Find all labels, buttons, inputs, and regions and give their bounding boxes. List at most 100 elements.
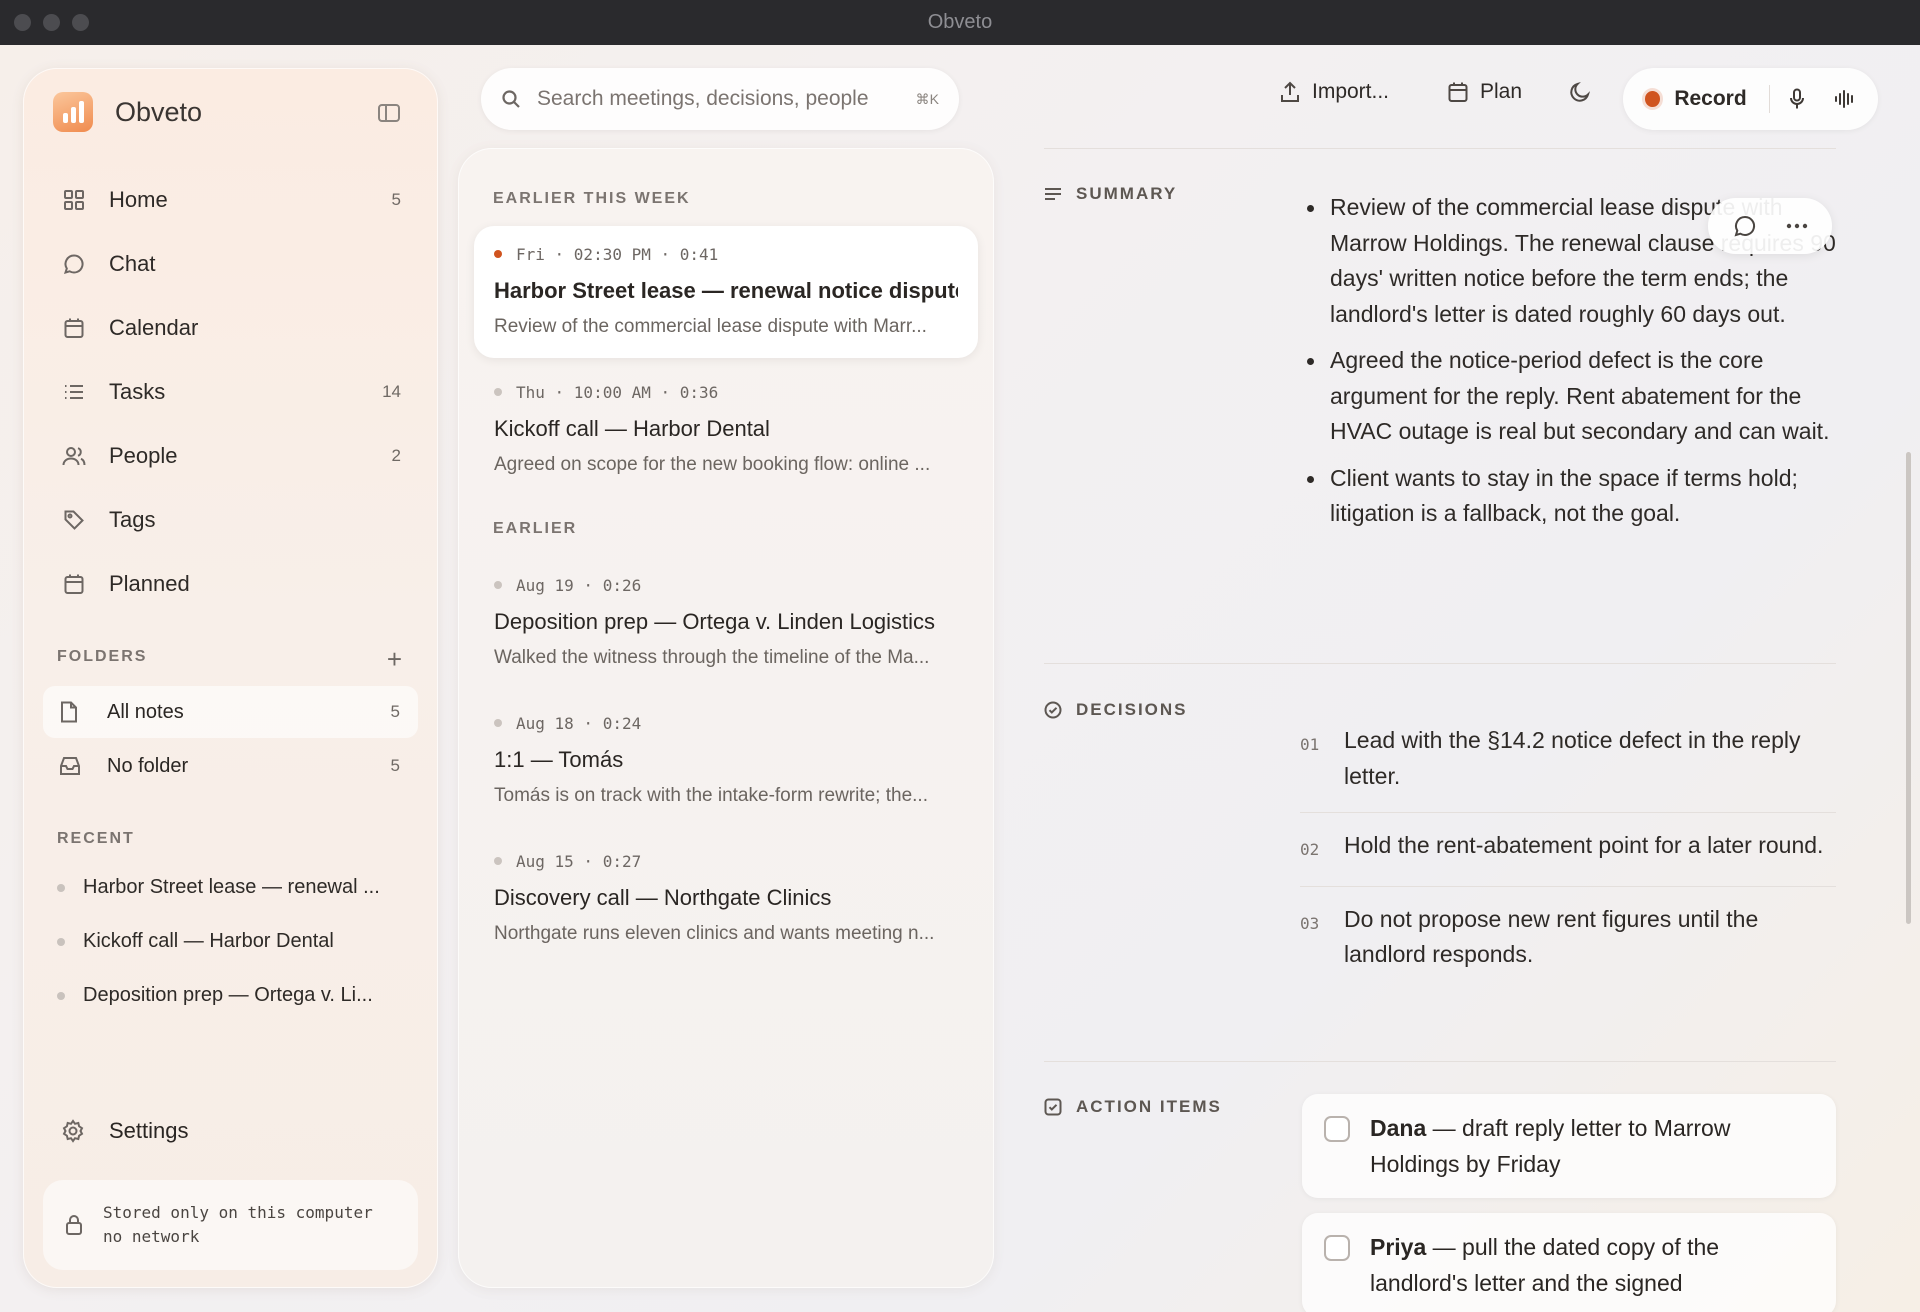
note-meta: Aug 18 · 0:24 bbox=[494, 713, 958, 733]
action-items-label: ACTION ITEMS bbox=[1076, 1097, 1222, 1116]
storage-text: Stored only on this computer no network bbox=[103, 1201, 373, 1249]
group-heading: EARLIER bbox=[493, 520, 578, 537]
plan-button[interactable]: Plan bbox=[1448, 80, 1522, 104]
plan-label: Plan bbox=[1480, 80, 1523, 103]
decision-text: Hold the rent-abatement point for a late… bbox=[1344, 832, 1824, 858]
divider bbox=[1044, 1061, 1836, 1062]
summary-bullet: Agreed the notice-period defect is the c… bbox=[1302, 343, 1836, 450]
app-window: Obveto Obveto Home 5 Chat Calendar Tasks… bbox=[0, 0, 1920, 1312]
minimize-window-button[interactable] bbox=[43, 14, 60, 31]
sidebar-item-chat[interactable]: Chat bbox=[37, 232, 423, 296]
action-item: Priya — pull the dated copy of the landl… bbox=[1302, 1213, 1836, 1312]
folder-all-notes[interactable]: All notes 5 bbox=[43, 686, 418, 738]
settings-button[interactable]: Settings bbox=[61, 1118, 189, 1144]
sidebar: Obveto Home 5 Chat Calendar Tasks 14 Peo… bbox=[23, 68, 438, 1288]
add-folder-button[interactable]: + bbox=[387, 644, 402, 675]
note-list-item[interactable]: Thu · 10:00 AM · 0:36 Kickoff call — Har… bbox=[474, 364, 978, 496]
summary-label: SUMMARY bbox=[1076, 184, 1178, 203]
note-list-item[interactable]: Fri · 02:30 PM · 0:41 Harbor Street leas… bbox=[474, 226, 978, 358]
decision-number: 03 bbox=[1300, 913, 1320, 933]
audio-wave-button[interactable] bbox=[1824, 77, 1866, 121]
note-title: Discovery call — Northgate Clinics bbox=[494, 885, 832, 910]
action-item: Dana — draft reply letter to Marrow Hold… bbox=[1302, 1094, 1836, 1198]
note-meta: Thu · 10:00 AM · 0:36 bbox=[494, 382, 958, 402]
list-icon bbox=[61, 379, 87, 405]
folder-no-folder[interactable]: No folder 5 bbox=[43, 740, 418, 792]
more-options-icon[interactable] bbox=[1786, 223, 1808, 229]
decisions-heading: DECISIONS bbox=[1044, 700, 1188, 720]
people-icon bbox=[61, 443, 87, 469]
recent-item-label: Harbor Street lease — renewal ... bbox=[83, 876, 380, 898]
lock-icon bbox=[65, 1214, 83, 1236]
note-snippet: Walked the witness through the timeline … bbox=[494, 647, 930, 668]
divider bbox=[1044, 148, 1836, 149]
sidebar-item-label: Planned bbox=[109, 571, 190, 596]
sidebar-item-planned[interactable]: Planned bbox=[37, 552, 423, 616]
sidebar-toggle-icon[interactable] bbox=[378, 104, 400, 122]
note-list-item[interactable]: Aug 19 · 0:26 Deposition prep — Ortega v… bbox=[474, 557, 978, 689]
checkbox-icon bbox=[1044, 1098, 1062, 1116]
window-title: Obveto bbox=[927, 11, 993, 33]
summary-heading: SUMMARY bbox=[1044, 184, 1177, 204]
calendar-icon bbox=[61, 571, 87, 597]
scrollbar[interactable] bbox=[1906, 452, 1911, 924]
inbox-icon bbox=[59, 756, 85, 776]
sidebar-item-label: Chat bbox=[109, 251, 156, 276]
sidebar-item-calendar[interactable]: Calendar bbox=[37, 296, 423, 360]
note-meta: Aug 15 · 0:27 bbox=[494, 851, 958, 871]
action-checkbox[interactable] bbox=[1324, 1235, 1350, 1261]
note-snippet: Northgate runs eleven clinics and wants … bbox=[494, 923, 935, 944]
status-dot bbox=[494, 581, 502, 589]
sidebar-item-count: 14 bbox=[382, 382, 401, 401]
calendar-icon bbox=[1448, 81, 1468, 103]
sidebar-item-home[interactable]: Home 5 bbox=[37, 168, 423, 232]
settings-label: Settings bbox=[109, 1118, 189, 1143]
import-button[interactable]: Import... bbox=[1280, 80, 1389, 104]
note-title: Deposition prep — Ortega v. Linden Logis… bbox=[494, 609, 936, 634]
folders-heading: FOLDERS bbox=[57, 648, 148, 665]
decision-item: 03 Do not propose new rent figures until… bbox=[1300, 887, 1836, 991]
tag-icon bbox=[61, 507, 87, 533]
storage-line-1: Stored only on this computer bbox=[103, 1203, 373, 1222]
window-controls bbox=[14, 14, 89, 31]
notes-list: EARLIER THIS WEEK Fri · 02:30 PM · 0:41 … bbox=[458, 148, 994, 1288]
record-indicator-icon bbox=[1645, 91, 1661, 107]
recent-item[interactable]: Harbor Street lease — renewal ... bbox=[57, 876, 407, 899]
note-list-item[interactable]: Aug 18 · 0:24 1:1 — Tomás Tomás is on tr… bbox=[474, 695, 978, 827]
action-text: Dana — draft reply letter to Marrow Hold… bbox=[1370, 1111, 1816, 1182]
status-dot bbox=[494, 250, 502, 258]
decision-text: Do not propose new rent figures until th… bbox=[1344, 905, 1759, 968]
microphone-icon bbox=[1789, 88, 1804, 109]
decision-item: 01 Lead with the §14.2 notice defect in … bbox=[1300, 708, 1836, 813]
sidebar-item-tags[interactable]: Tags bbox=[37, 488, 423, 552]
microphone-button[interactable] bbox=[1776, 77, 1818, 121]
sidebar-item-tasks[interactable]: Tasks 14 bbox=[37, 360, 423, 424]
group-heading: EARLIER THIS WEEK bbox=[493, 190, 691, 207]
note-snippet: Tomás is on track with the intake-form r… bbox=[494, 785, 928, 806]
record-button[interactable]: Record bbox=[1674, 87, 1746, 111]
folder-label: All notes bbox=[107, 700, 184, 723]
recent-item[interactable]: Deposition prep — Ortega v. Li... bbox=[57, 984, 407, 1007]
action-text: Priya — pull the dated copy of the landl… bbox=[1370, 1230, 1816, 1301]
dark-mode-toggle[interactable] bbox=[1568, 80, 1592, 104]
sidebar-item-label: People bbox=[109, 443, 178, 468]
action-checkbox[interactable] bbox=[1324, 1116, 1350, 1142]
note-list-item[interactable]: Aug 15 · 0:27 Discovery call — Northgate… bbox=[474, 833, 978, 965]
zoom-window-button[interactable] bbox=[72, 14, 89, 31]
comment-icon[interactable] bbox=[1733, 214, 1757, 238]
grid-icon bbox=[61, 187, 87, 213]
recent-dot bbox=[57, 883, 65, 892]
search-input[interactable] bbox=[537, 87, 908, 111]
sidebar-item-people[interactable]: People 2 bbox=[37, 424, 423, 488]
recent-item[interactable]: Kickoff call — Harbor Dental bbox=[57, 930, 407, 953]
file-icon bbox=[59, 701, 85, 723]
moon-icon bbox=[1568, 80, 1592, 104]
search-shortcut: ⌘K bbox=[915, 90, 939, 107]
check-circle-icon bbox=[1044, 701, 1062, 719]
storage-line-2: no network bbox=[103, 1227, 200, 1246]
decisions-list: 01 Lead with the §14.2 notice defect in … bbox=[1300, 708, 1836, 991]
note-meta-text: Aug 19 · 0:26 bbox=[516, 575, 642, 595]
waveform-icon bbox=[1834, 90, 1853, 108]
folder-label: No folder bbox=[107, 754, 189, 777]
close-window-button[interactable] bbox=[14, 14, 31, 31]
